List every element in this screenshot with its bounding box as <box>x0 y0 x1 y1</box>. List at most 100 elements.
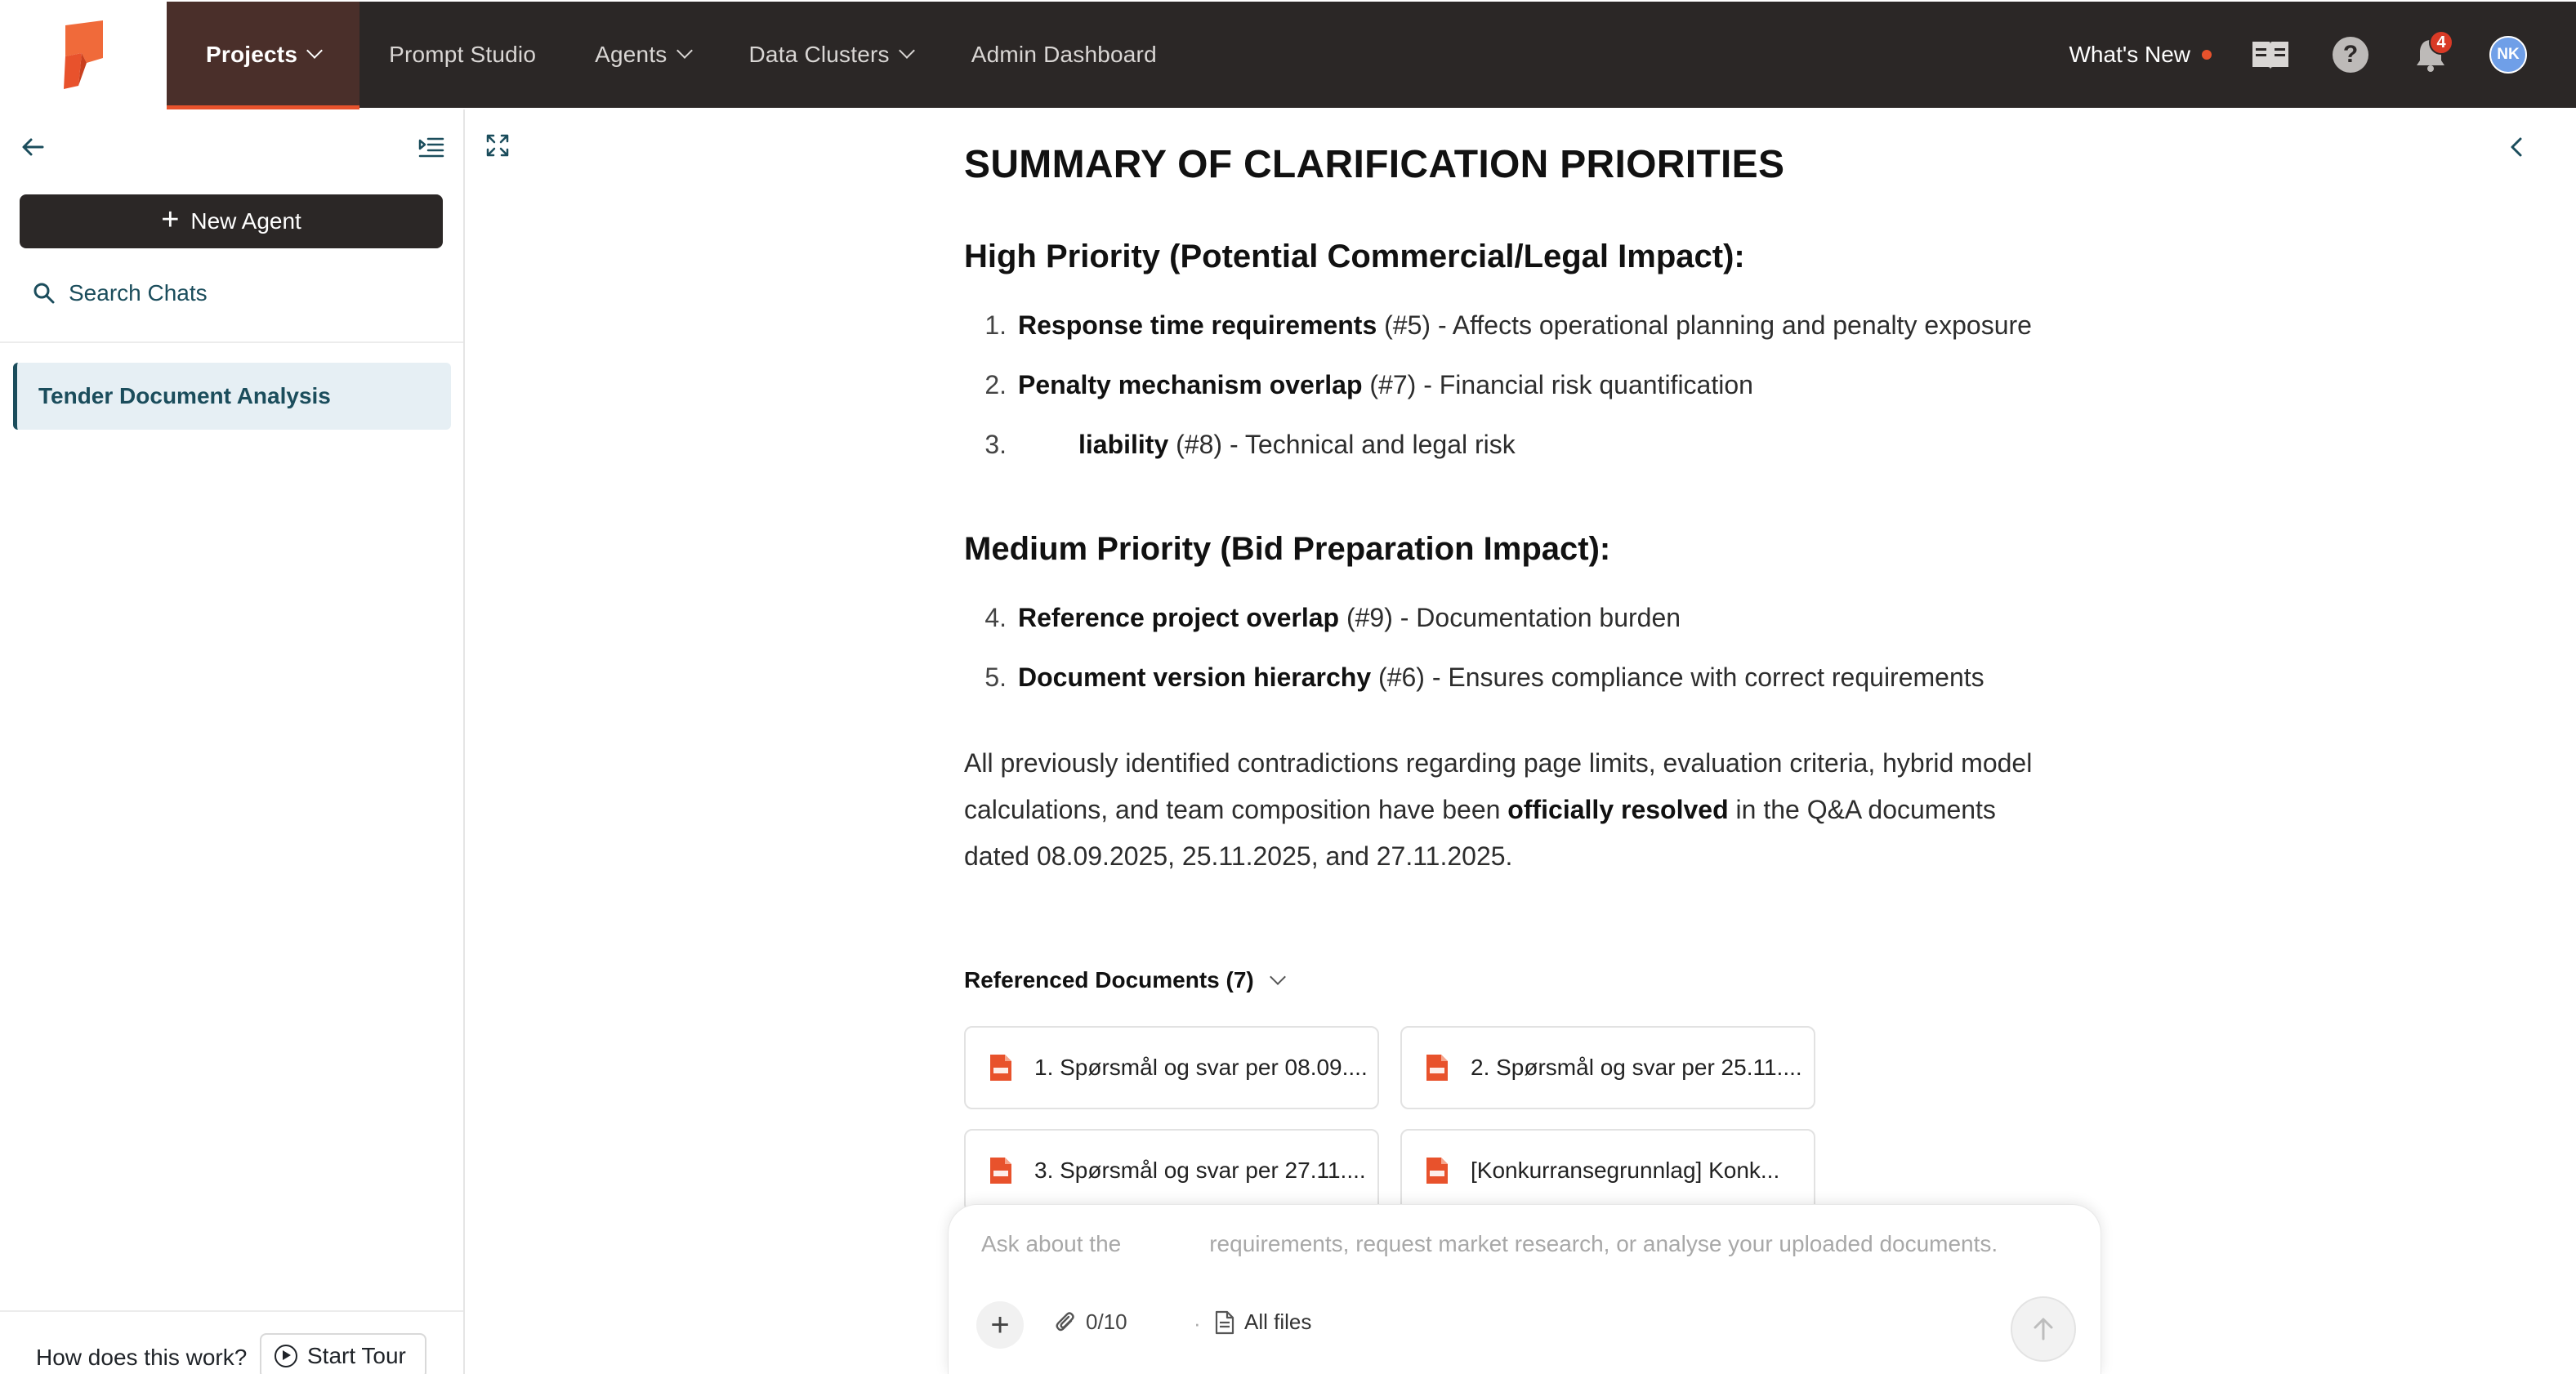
paragraph-bold: officially resolved <box>1507 795 1729 824</box>
document-name: 3. Spørsmål og svar per 27.11.... <box>1034 1158 1366 1183</box>
list-item: 1. Response time requirements (#5) - Aff… <box>964 310 2032 341</box>
list-number: 2. <box>984 370 1007 399</box>
arrow-left-icon[interactable] <box>18 132 47 162</box>
list-item-bold: liability <box>1078 430 1169 459</box>
help-icon: ? <box>2333 37 2368 73</box>
list-number: 1. <box>984 310 1007 340</box>
summary-title: SUMMARY OF CLARIFICATION PRIORITIES <box>964 143 1785 186</box>
list-item-text: (#9) - Documentation burden <box>1339 603 1681 632</box>
expand-icon[interactable] <box>484 132 511 158</box>
docs-button[interactable] <box>2249 33 2292 76</box>
chevron-down-icon <box>306 42 324 59</box>
sidebar-divider <box>0 1310 463 1312</box>
list-item-text: (#8) - Technical and legal risk <box>1168 430 1516 459</box>
notifications-button[interactable]: 4 <box>2409 30 2453 76</box>
help-glyph: ? <box>2342 41 2359 68</box>
whats-new-label: What's New <box>2069 42 2191 67</box>
file-scope-selector[interactable]: All files <box>1215 1309 1311 1335</box>
chevron-down-icon <box>1269 969 1286 985</box>
brand-logo[interactable] <box>0 0 167 109</box>
list-item: 5. Document version hierarchy (#6) - Ens… <box>964 662 1984 693</box>
nav-bar-dark: Projects Prompt Studio Agents Data Clust… <box>167 2 2576 109</box>
nav-item-label: Admin Dashboard <box>971 42 1157 67</box>
sidebar: + New Agent Search Chats Tender Document… <box>0 109 465 1374</box>
list-item-bold: Penalty mechanism overlap <box>1018 370 1363 399</box>
list-item: 2. Penalty mechanism overlap (#7) - Fina… <box>964 370 1753 400</box>
list-item-bold: Reference project overlap <box>1018 603 1340 632</box>
chevron-down-icon <box>676 42 693 59</box>
nav-menu: Projects Prompt Studio Agents Data Clust… <box>167 2 1186 109</box>
list-item: 4. Reference project overlap (#9) - Docu… <box>964 603 1681 633</box>
pdf-icon <box>990 1055 1011 1081</box>
resolution-paragraph: All previously identified contradictions… <box>964 740 2059 880</box>
play-circle-icon <box>275 1345 297 1367</box>
medium-priority-heading: Medium Priority (Bid Preparation Impact)… <box>964 531 1611 567</box>
arrow-up-icon <box>2034 1318 2053 1341</box>
start-tour-button[interactable]: Start Tour <box>260 1333 426 1374</box>
avatar[interactable]: NK <box>2489 36 2527 74</box>
attachments-counter[interactable]: 0/10 <box>1055 1309 1127 1335</box>
pdf-icon <box>990 1158 1011 1184</box>
chat-item-label: Tender Document Analysis <box>38 383 331 408</box>
document-name: 2. Spørsmål og svar per 25.11.... <box>1471 1055 1802 1080</box>
document-name: [Konkurransegrunnlag] Konk... <box>1471 1158 1780 1183</box>
nav-item-label: Prompt Studio <box>389 42 537 67</box>
new-agent-button[interactable]: + New Agent <box>20 194 443 248</box>
file-scope-label: All files <box>1244 1309 1312 1334</box>
document-name: 1. Spørsmål og svar per 08.09.... <box>1034 1055 1368 1080</box>
chevron-left-icon[interactable] <box>2504 134 2530 160</box>
search-chats-label: Search Chats <box>69 280 208 306</box>
nav-item-projects[interactable]: Projects <box>167 2 360 109</box>
document-card[interactable]: 2. Spørsmål og svar per 25.11.... <box>1400 1026 1815 1109</box>
referenced-documents-toggle[interactable]: Referenced Documents (7) <box>964 967 1286 993</box>
plus-icon: + <box>990 1306 1010 1343</box>
list-item-bold: Document version hierarchy <box>1018 662 1372 692</box>
new-indicator-dot <box>2202 50 2212 60</box>
nav-item-admin-dashboard[interactable]: Admin Dashboard <box>942 2 1186 108</box>
file-icon <box>1215 1310 1234 1334</box>
whats-new-button[interactable]: What's New <box>2069 42 2212 68</box>
search-chats-button[interactable]: Search Chats <box>33 273 208 314</box>
plus-icon: + <box>161 203 180 237</box>
document-card[interactable]: 1. Spørsmål og svar per 08.09.... <box>964 1026 1379 1109</box>
book-icon <box>2252 42 2288 69</box>
pdf-icon <box>1426 1158 1448 1184</box>
sidebar-divider <box>0 341 463 343</box>
composer-input[interactable]: Ask about the requirements, request marke… <box>981 1231 1998 1257</box>
list-item: 3. liability (#8) - Technical and legal … <box>964 430 1516 460</box>
new-agent-label: New Agent <box>190 208 301 234</box>
brand-logo-icon <box>64 20 103 89</box>
document-card[interactable]: 3. Spørsmål og svar per 27.11.... <box>964 1129 1379 1212</box>
list-item-bold: Response time requirements <box>1018 310 1377 340</box>
attachments-count: 0/10 <box>1086 1309 1127 1334</box>
chat-composer: Ask about the requirements, request marke… <box>948 1204 2101 1374</box>
main-content: SUMMARY OF CLARIFICATION PRIORITIES High… <box>467 109 2576 1374</box>
list-item-text: (#7) - Financial risk quantification <box>1362 370 1753 399</box>
start-tour-label: Start Tour <box>307 1343 406 1368</box>
separator-dot: · <box>1194 1311 1201 1336</box>
sidebar-collapse-icon[interactable] <box>417 132 446 162</box>
list-item-text: (#5) - Affects operational planning and … <box>1377 310 2032 340</box>
notification-badge: 4 <box>2429 30 2453 55</box>
nav-item-label: Agents <box>595 42 667 67</box>
add-attachment-button[interactable]: + <box>976 1301 1024 1349</box>
send-button[interactable] <box>2011 1296 2076 1362</box>
high-priority-heading: High Priority (Potential Commercial/Lega… <box>964 239 1745 274</box>
chevron-down-icon <box>898 42 915 59</box>
sidebar-header <box>0 109 463 185</box>
chat-item-tender-document-analysis[interactable]: Tender Document Analysis <box>13 363 451 430</box>
help-button[interactable]: ? <box>2329 33 2372 76</box>
how-it-works-text: How does this work? <box>36 1345 248 1370</box>
list-number: 4. <box>984 603 1007 632</box>
paperclip-icon <box>1056 1311 1074 1331</box>
pdf-icon <box>1426 1055 1448 1081</box>
list-number: 3. <box>984 430 1007 459</box>
nav-item-agents[interactable]: Agents <box>565 2 719 108</box>
referenced-documents-label: Referenced Documents (7) <box>964 967 1254 993</box>
nav-item-prompt-studio[interactable]: Prompt Studio <box>359 2 565 108</box>
nav-right-tools: What's New ? 4 NK <box>2069 2 2527 108</box>
nav-item-data-clusters[interactable]: Data Clusters <box>720 2 942 108</box>
document-card[interactable]: [Konkurransegrunnlag] Konk... <box>1400 1129 1815 1212</box>
list-item-text: (#6) - Ensures compliance with correct r… <box>1371 662 1984 692</box>
nav-item-label: Projects <box>206 42 298 67</box>
